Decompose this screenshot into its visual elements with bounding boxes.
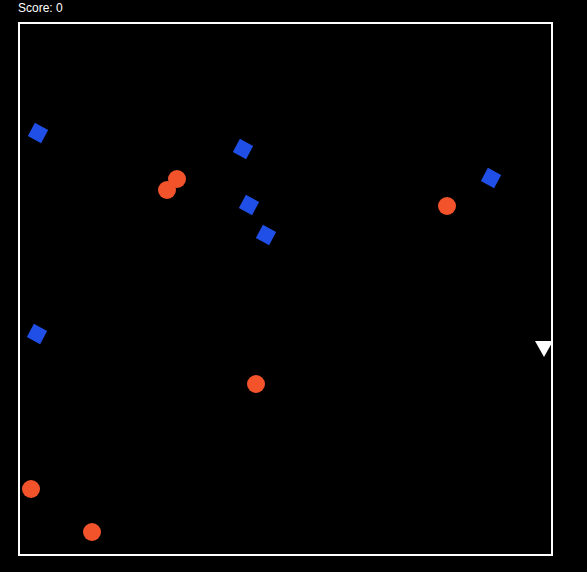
enemy-square [233,139,253,159]
player-triangle-icon[interactable] [535,341,553,357]
arena [18,22,553,556]
food-dot [247,375,265,393]
score-label: Score: 0 [18,0,587,22]
enemy-square [481,168,501,188]
game-screen: Score: 0 [0,0,587,572]
enemy-square [27,324,47,344]
food-dot [83,523,101,541]
food-dot [158,181,176,199]
enemy-square [28,123,48,143]
enemy-square [239,195,259,215]
food-dot [22,480,40,498]
food-dot [438,197,456,215]
enemy-square [256,225,276,245]
